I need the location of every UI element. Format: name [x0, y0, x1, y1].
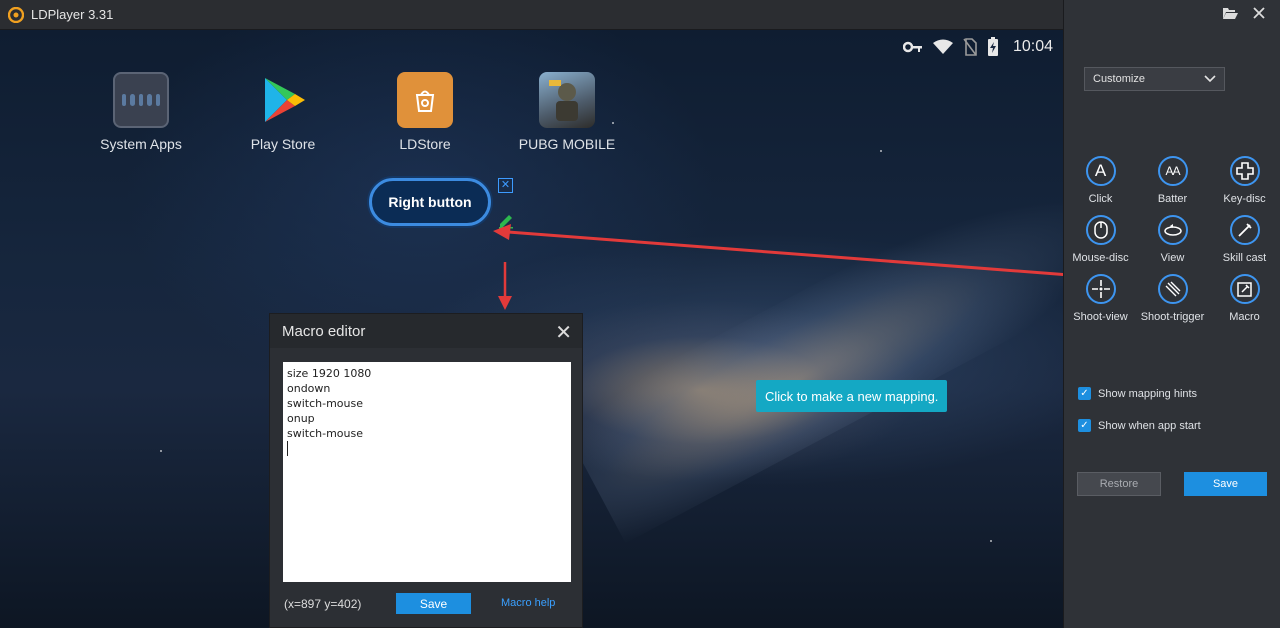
restore-button[interactable]: Restore — [1077, 472, 1161, 496]
app-label: System Apps — [100, 136, 182, 152]
tool-label: Click — [1088, 193, 1113, 205]
app-pubg-mobile[interactable]: PUBG MOBILE — [496, 72, 638, 152]
app-grid: System Apps Play Store LDStore PUBG MOBI… — [70, 72, 638, 152]
key-icon — [902, 41, 922, 53]
tool-label: Macro — [1229, 311, 1260, 323]
app-label: PUBG MOBILE — [518, 136, 616, 152]
wifi-icon — [932, 39, 953, 54]
option-label: Show when app start — [1098, 419, 1201, 432]
close-icon[interactable] — [1252, 6, 1266, 20]
tool-key-disc[interactable]: Key-disc — [1209, 156, 1280, 205]
tool-label: View — [1160, 252, 1185, 264]
macro-icon — [1229, 274, 1260, 304]
folder-open-icon[interactable] — [1222, 6, 1238, 20]
title-bar: LDPlayer 3.31 — [0, 0, 1063, 30]
mouse-disc-icon — [1085, 215, 1116, 245]
mapping-mode-select[interactable]: Customize — [1084, 67, 1225, 91]
mapping-close-icon[interactable]: ✕ — [498, 178, 513, 193]
option-show-mapping-hints[interactable]: ✓ Show mapping hints — [1078, 387, 1197, 400]
chevron-down-icon — [1204, 75, 1216, 83]
option-show-when-app-start[interactable]: ✓ Show when app start — [1078, 419, 1201, 432]
tool-label: Batter — [1157, 193, 1188, 205]
macro-save-button[interactable]: Save — [396, 593, 471, 614]
tool-shoot-trigger[interactable]: Shoot-trigger — [1137, 274, 1209, 323]
right-button-mapping[interactable]: Right button — [369, 178, 491, 226]
macro-help-link[interactable]: Macro help — [501, 597, 555, 609]
option-label: Show mapping hints — [1098, 387, 1198, 400]
app-label: Play Store — [250, 136, 316, 152]
cursor-coordinates: (x=897 y=402) — [284, 597, 362, 611]
macro-line: switch-mouse — [287, 397, 364, 410]
tool-mouse-disc[interactable]: Mouse-disc — [1065, 215, 1137, 264]
checkbox-checked-icon[interactable]: ✓ — [1078, 419, 1091, 432]
macro-editor-title: Macro editor — [282, 322, 366, 340]
click-icon: A — [1085, 156, 1116, 186]
macro-script-textarea[interactable]: size 1920 1080 ondown switch-mouse onup … — [283, 362, 571, 582]
sidebar-window-controls — [1222, 6, 1266, 20]
macro-line: onup — [287, 412, 315, 425]
tool-view[interactable]: View — [1137, 215, 1209, 264]
play-store-icon — [265, 78, 305, 122]
app-label: LDStore — [399, 136, 451, 152]
tool-label: Shoot-view — [1073, 311, 1128, 323]
skill-cast-icon — [1229, 215, 1260, 245]
tool-label: Skill cast — [1222, 252, 1267, 264]
shoot-trigger-icon — [1157, 274, 1188, 304]
no-sim-icon — [963, 38, 977, 56]
pubg-mobile-icon — [539, 72, 595, 128]
tool-skill-cast[interactable]: Skill cast — [1209, 215, 1280, 264]
tool-shoot-view[interactable]: Shoot-view — [1065, 274, 1137, 323]
mapping-mode-value: Customize — [1093, 73, 1145, 85]
tool-label: Key-disc — [1223, 193, 1266, 205]
status-bar: 10:04 — [902, 36, 1053, 58]
keymapping-sidebar: Customize A Click AA Batter Key-disc Mou… — [1063, 0, 1280, 628]
mapping-edit-icon[interactable] — [497, 211, 515, 229]
battery-charging-icon — [987, 37, 998, 56]
tool-batter[interactable]: AA Batter — [1137, 156, 1209, 205]
new-mapping-hint: Click to make a new mapping. — [756, 380, 948, 412]
tool-macro[interactable]: Macro — [1209, 274, 1280, 323]
shoot-view-icon — [1085, 274, 1116, 304]
macro-editor-dialog: Macro editor ✕ size 1920 1080 ondown swi… — [269, 313, 583, 628]
tool-label: Shoot-trigger — [1140, 311, 1205, 323]
ldstore-icon — [397, 72, 453, 128]
mapping-tool-grid: A Click AA Batter Key-disc Mouse-disc Vi… — [1064, 156, 1280, 323]
macro-line: switch-mouse — [287, 427, 364, 440]
window-title: LDPlayer 3.31 — [31, 7, 114, 22]
status-clock: 10:04 — [1012, 38, 1053, 55]
key-disc-icon — [1229, 156, 1260, 186]
app-play-store[interactable]: Play Store — [212, 72, 354, 152]
macro-line: ondown — [287, 382, 331, 395]
wallpaper-galaxy — [559, 156, 1063, 544]
app-system-apps[interactable]: System Apps — [70, 72, 212, 152]
ldplayer-logo-icon — [8, 7, 24, 23]
tool-label: Mouse-disc — [1072, 252, 1129, 264]
batter-icon: AA — [1157, 156, 1188, 186]
close-icon[interactable]: ✕ — [555, 320, 572, 345]
tool-click[interactable]: A Click — [1065, 156, 1137, 205]
checkbox-checked-icon[interactable]: ✓ — [1078, 387, 1091, 400]
macro-line: size 1920 1080 — [287, 367, 372, 380]
save-button[interactable]: Save — [1184, 472, 1267, 496]
view-icon — [1157, 215, 1188, 245]
system-apps-icon — [113, 72, 169, 128]
text-caret — [287, 441, 288, 456]
app-ldstore[interactable]: LDStore — [354, 72, 496, 152]
macro-editor-header: Macro editor ✕ — [270, 314, 582, 348]
